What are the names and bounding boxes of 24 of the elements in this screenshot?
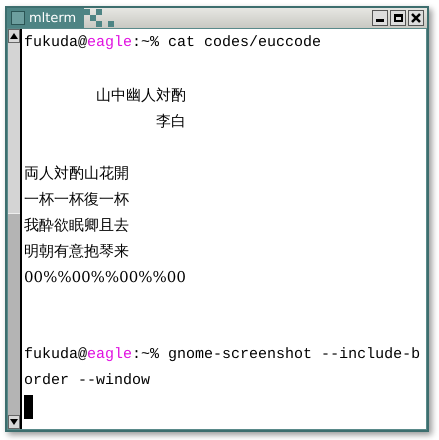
poem-line: 我酔欲眠卿且去 bbox=[24, 215, 130, 236]
command-line: fukuda@eagle:~% cat codes/euccode bbox=[24, 33, 322, 53]
text-cursor bbox=[24, 395, 33, 419]
up-arrow-icon bbox=[10, 33, 18, 39]
poem-line: 明朝有意抱琴来 bbox=[24, 241, 130, 262]
poem-line: 両人対酌山花開 bbox=[24, 163, 130, 184]
close-button[interactable] bbox=[408, 10, 424, 26]
minimize-button[interactable] bbox=[372, 10, 388, 26]
poem-heading: 李白 bbox=[154, 111, 186, 132]
scrollbar[interactable] bbox=[8, 29, 22, 429]
scroll-up-button[interactable] bbox=[8, 29, 20, 43]
scroll-thumb[interactable] bbox=[8, 213, 20, 415]
command-line: fukuda@eagle:~% gnome-screenshot --include-b bbox=[24, 345, 422, 365]
poem-line: 一杯一杯復一杯 bbox=[24, 189, 130, 210]
window-title: mlterm bbox=[29, 12, 76, 24]
poem-line: 00%%00%%00%%00 bbox=[24, 267, 186, 288]
minimize-icon bbox=[376, 19, 384, 22]
maximize-icon bbox=[394, 14, 402, 22]
down-arrow-icon bbox=[10, 419, 18, 425]
output-line: order --window bbox=[24, 371, 152, 391]
maximize-button[interactable] bbox=[390, 10, 406, 26]
close-icon bbox=[411, 13, 421, 23]
poem-heading: 山中幽人対酌 bbox=[94, 85, 186, 106]
scroll-down-button[interactable] bbox=[8, 415, 20, 429]
